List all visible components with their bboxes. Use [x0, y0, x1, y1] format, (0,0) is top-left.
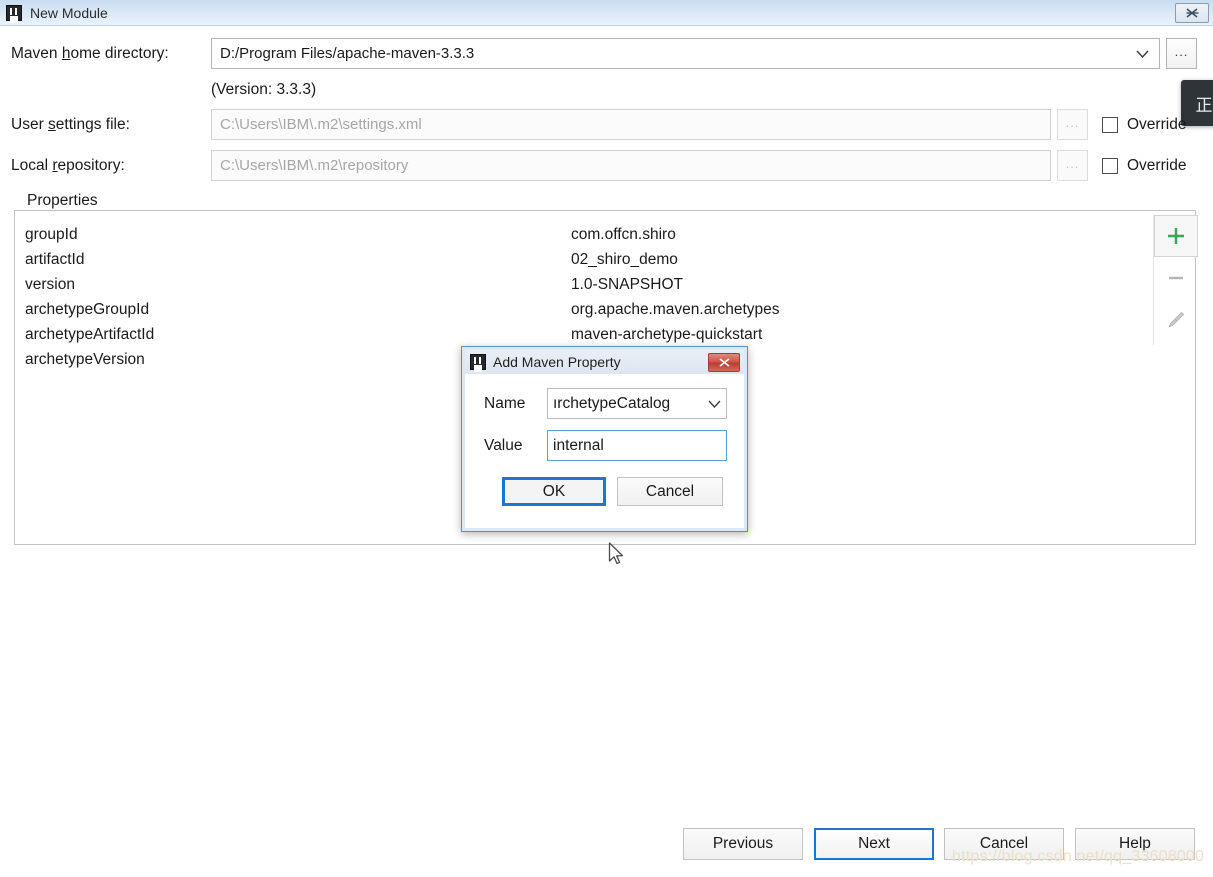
add-property-button[interactable] — [1154, 215, 1198, 257]
property-name-cell: groupId — [25, 225, 78, 243]
plus-icon — [1168, 228, 1184, 244]
local-repository-label: Local repository: — [11, 157, 125, 175]
intellij-idea-logo-icon — [6, 4, 22, 21]
maven-home-directory-label: Maven home directory: — [11, 45, 169, 63]
property-name-cell: archetypeArtifactId — [25, 325, 155, 343]
close-icon — [718, 358, 730, 367]
local-repository-override-checkbox[interactable] — [1102, 158, 1118, 174]
close-icon — [1186, 7, 1198, 18]
label-mnemonic: s — [48, 116, 56, 133]
property-value-cell: org.apache.maven.archetypes — [571, 300, 780, 318]
local-repository-override-label: Override — [1127, 157, 1187, 174]
property-value-cell: 1.0-SNAPSHOT — [571, 275, 683, 293]
mouse-cursor — [608, 542, 624, 565]
table-row[interactable]: groupId com.offcn.shiro — [16, 222, 1136, 247]
remove-property-button[interactable] — [1154, 257, 1198, 299]
label-part-suffix: ettings file: — [55, 116, 130, 133]
pencil-icon — [1168, 311, 1185, 328]
property-value-cell: 02_shiro_demo — [571, 250, 678, 268]
dialog-body: Name ırchetypeCatalog Value internal OK … — [465, 374, 744, 528]
dialog-titlebar: Add Maven Property — [465, 350, 744, 374]
window-titlebar: New Module — [0, 0, 1213, 26]
property-value-cell: maven-archetype-quickstart — [571, 325, 763, 343]
properties-toolbar — [1153, 215, 1199, 345]
maven-home-directory-input[interactable]: D:/Program Files/apache-maven-3.3.3 — [211, 38, 1141, 69]
user-settings-override-label: Override — [1127, 116, 1187, 133]
property-name-value: ırchetypeCatalog — [553, 394, 671, 412]
maven-version-note: (Version: 3.3.3) — [211, 81, 317, 98]
dialog-cancel-button[interactable]: Cancel — [617, 477, 723, 506]
label-part-prefix: Local — [11, 157, 53, 174]
watermark-text: https://blog.csdn.net/qq_33608000 — [952, 848, 1205, 865]
label-part-prefix: User — [11, 116, 49, 133]
property-name-cell: archetypeGroupId — [25, 300, 150, 318]
window-close-button[interactable] — [1175, 3, 1209, 23]
dialog-ok-button[interactable]: OK — [502, 477, 606, 506]
user-settings-file-browse-button[interactable]: ... — [1057, 109, 1088, 140]
label-part-suffix: ome directory: — [70, 45, 169, 62]
local-repository-override-checkbox-row[interactable]: Override — [1102, 157, 1186, 175]
local-repository-browse-button[interactable]: ... — [1057, 150, 1088, 181]
maven-home-directory-dropdown-button[interactable] — [1125, 38, 1160, 69]
property-value-input[interactable]: internal — [547, 430, 727, 461]
table-row[interactable]: archetypeGroupId org.apache.maven.archety… — [16, 297, 1136, 322]
properties-group-title: Properties — [22, 192, 103, 210]
label-part-prefix: Maven — [11, 45, 62, 62]
minus-icon — [1169, 276, 1183, 280]
dialog-close-button[interactable] — [708, 353, 740, 372]
property-value-cell: com.offcn.shiro — [571, 225, 676, 243]
previous-button[interactable]: Previous — [683, 828, 803, 860]
user-settings-file-label: User settings file: — [11, 116, 130, 134]
window-title: New Module — [30, 4, 108, 21]
chevron-down-icon — [708, 400, 721, 408]
table-row[interactable]: artifactId 02_shiro_demo — [16, 247, 1136, 272]
user-settings-file-input[interactable]: C:\Users\IBM\.m2\settings.xml — [211, 109, 1051, 140]
local-repository-input[interactable]: C:\Users\IBM\.m2\repository — [211, 150, 1051, 181]
table-row[interactable]: version 1.0-SNAPSHOT — [16, 272, 1136, 297]
property-value-label: Value — [484, 437, 523, 454]
user-settings-override-checkbox-row[interactable]: Override — [1102, 116, 1186, 134]
next-button[interactable]: Next — [814, 828, 934, 860]
property-name-label: Name — [484, 395, 526, 412]
property-name-combobox[interactable]: ırchetypeCatalog — [547, 388, 727, 419]
maven-home-directory-browse-button[interactable]: ... — [1166, 38, 1197, 69]
edit-property-button[interactable] — [1154, 299, 1198, 341]
add-maven-property-dialog: Add Maven Property Name ırchetypeCatalog… — [461, 346, 748, 532]
property-name-cell: artifactId — [25, 250, 85, 268]
table-row[interactable]: archetypeArtifactId maven-archetype-quick… — [16, 322, 1136, 347]
chevron-down-icon — [1135, 50, 1149, 58]
user-settings-override-checkbox[interactable] — [1102, 117, 1118, 133]
label-part-suffix: epository: — [57, 157, 125, 174]
intellij-idea-logo-icon — [470, 354, 486, 370]
dialog-title: Add Maven Property — [493, 354, 621, 370]
property-name-cell: version — [25, 275, 75, 293]
